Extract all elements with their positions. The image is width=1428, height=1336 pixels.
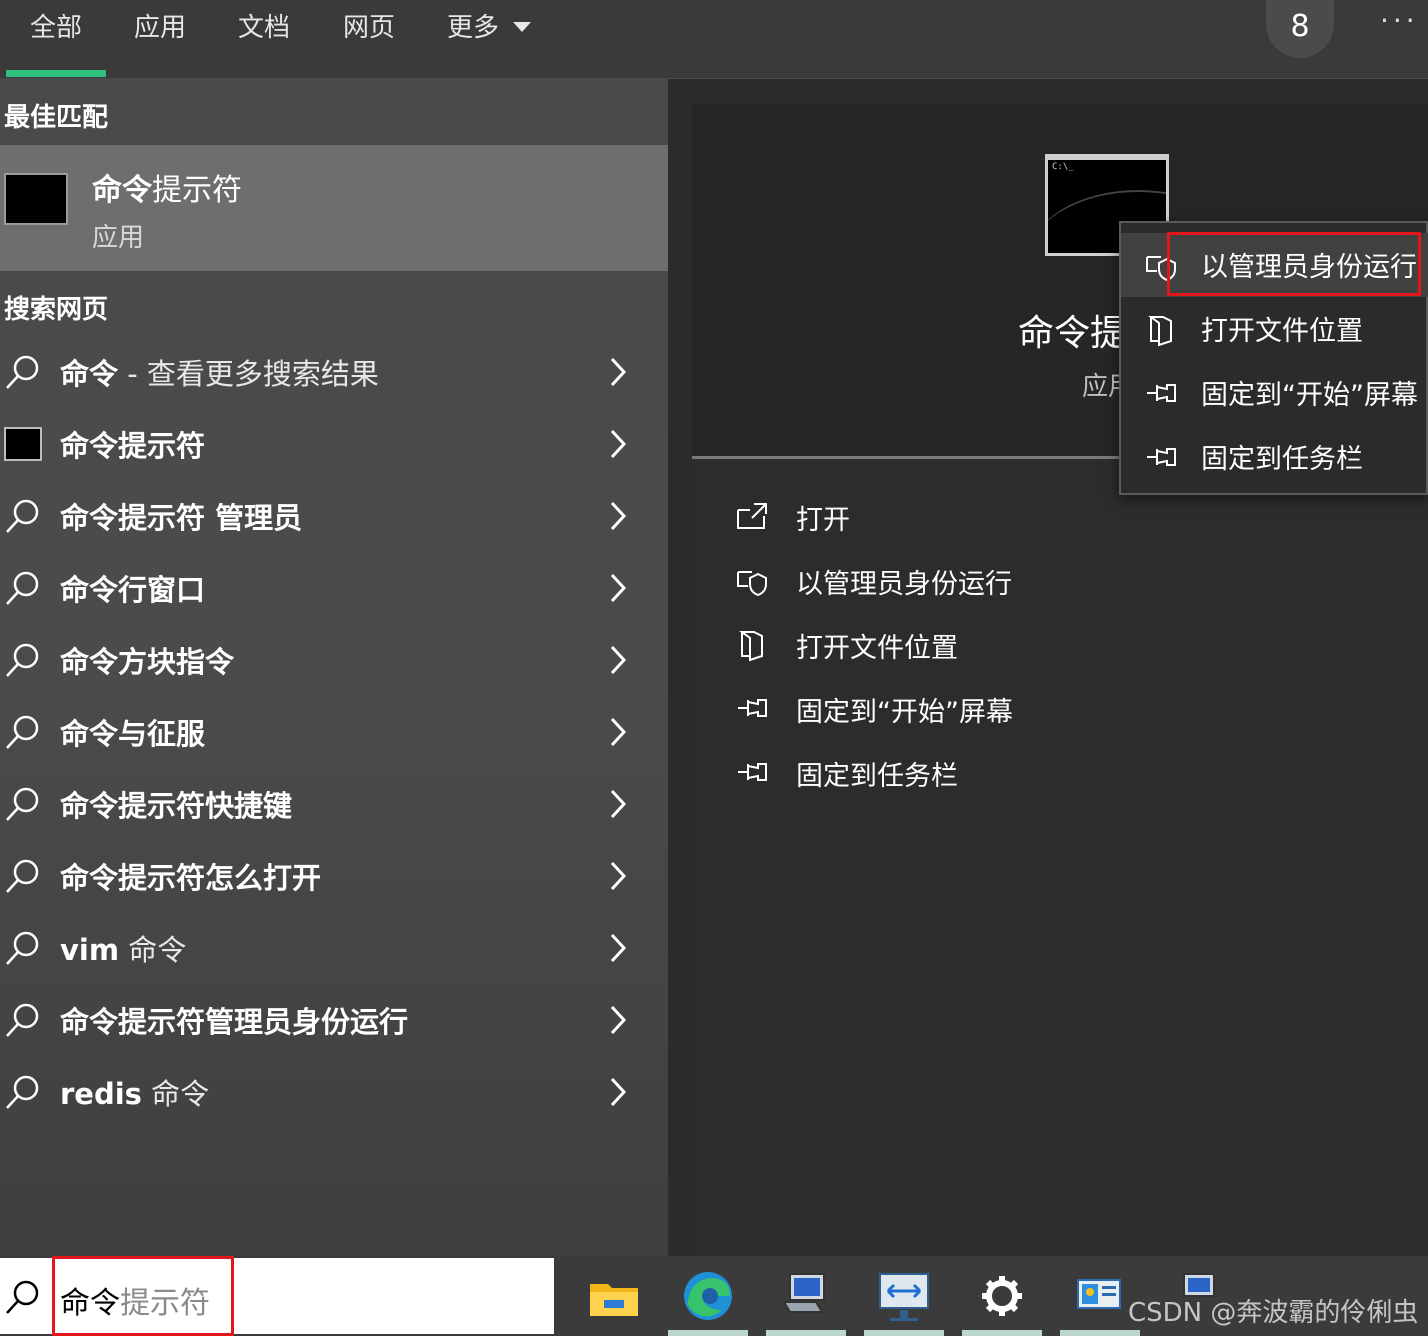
taskbar: 命令提示符 CSDN @奔波霸的伶俐虫 [0, 1256, 1428, 1336]
search-icon [6, 571, 39, 605]
search-icon [6, 355, 39, 389]
web-result-item[interactable]: 命令 - 查看更多搜索结果 [0, 341, 668, 405]
chevron-right-icon[interactable] [606, 1075, 630, 1109]
results-panel: 最佳匹配 命令提示符 应用 搜索网页 命令 - 查看更多搜索结果 命令提示符 命令提… [0, 79, 668, 1256]
tab-all[interactable]: 全部 [30, 8, 82, 48]
rewards-badge[interactable]: 8 [1266, 0, 1334, 58]
menu-item-pin-to-taskbar[interactable]: 固定到任务栏 [1121, 425, 1428, 489]
best-match-item[interactable]: 命令提示符 应用 [0, 145, 668, 271]
running-indicator [668, 1330, 748, 1336]
remote-desktop-icon[interactable] [874, 1266, 934, 1326]
web-result-label: 命令提示符管理员身份运行 [60, 1005, 409, 1039]
chevron-right-icon[interactable] [606, 571, 630, 605]
web-result-item[interactable]: redis 命令 [0, 1061, 668, 1125]
pin-icon [1147, 384, 1176, 402]
shield-icon [737, 571, 767, 596]
open-icon [737, 503, 767, 529]
best-match-name: 命令提示符 [92, 173, 242, 208]
tab-apps[interactable]: 应用 [134, 8, 186, 48]
chevron-right-icon[interactable] [606, 427, 630, 461]
web-result-item[interactable]: 命令提示符管理员身份运行 [0, 989, 668, 1053]
search-icon [6, 499, 39, 533]
web-result-label: redis 命令 [60, 1077, 210, 1111]
web-result-label: 命令提示符 [60, 429, 206, 463]
chevron-right-icon[interactable] [606, 931, 630, 965]
web-result-label: vim 命令 [60, 933, 187, 967]
cmd-icon [4, 173, 68, 225]
watermark: CSDN @奔波霸的伶俐虫 [1128, 1298, 1419, 1328]
running-indicator [962, 1330, 1042, 1336]
best-match-type: 应用 [92, 223, 145, 253]
cmd-icon [4, 427, 42, 461]
highlight-box-search [52, 1256, 234, 1336]
search-icon [6, 1280, 39, 1314]
search-filter-bar: 全部 应用 文档 网页 更多 8 ··· [0, 0, 1428, 79]
search-web-heading: 搜索网页 [4, 295, 109, 325]
web-result-item[interactable]: 命令行窗口 [0, 557, 668, 621]
network-computer-icon[interactable] [776, 1266, 836, 1326]
search-icon [6, 1075, 39, 1109]
web-result-item[interactable]: 命令与征服 [0, 701, 668, 765]
search-icon [6, 715, 39, 749]
folder-icon [739, 631, 763, 662]
chevron-right-icon[interactable] [606, 499, 630, 533]
web-result-label: 命令方块指令 [60, 645, 235, 679]
edge-icon[interactable] [678, 1266, 738, 1326]
web-result-item[interactable]: 命令方块指令 [0, 629, 668, 693]
folder-icon [1148, 316, 1172, 347]
chevron-right-icon[interactable] [606, 715, 630, 749]
search-icon [6, 643, 39, 677]
search-icon [6, 1003, 39, 1037]
preview-title: 命令提 [1018, 313, 1127, 354]
tab-documents[interactable]: 文档 [238, 8, 290, 48]
highlight-box-run-as-admin [1167, 232, 1421, 296]
file-explorer-icon[interactable] [584, 1266, 644, 1326]
running-indicator [766, 1330, 846, 1336]
tab-web[interactable]: 网页 [343, 8, 395, 48]
web-result-label: 命令 - 查看更多搜索结果 [60, 357, 379, 391]
web-result-label: 命令行窗口 [60, 573, 206, 607]
chevron-right-icon[interactable] [606, 859, 630, 893]
web-result-label: 命令与征服 [60, 717, 206, 751]
running-indicator [864, 1330, 944, 1336]
web-result-item[interactable]: 命令提示符 [0, 413, 668, 477]
web-result-label: 命令提示符 管理员 [60, 501, 303, 535]
search-icon [6, 787, 39, 821]
active-tab-indicator [6, 70, 106, 77]
pin-icon [738, 699, 767, 717]
menu-item-pin-to-start[interactable]: 固定到“开始”屏幕 [1121, 361, 1428, 425]
search-icon [6, 931, 39, 965]
web-result-item[interactable]: 命令提示符怎么打开 [0, 845, 668, 909]
pin-icon [1147, 448, 1176, 466]
menu-item-open-file-location[interactable]: 打开文件位置 [1121, 297, 1428, 361]
web-result-item[interactable]: vim 命令 [0, 917, 668, 981]
chevron-down-icon [513, 21, 532, 32]
chevron-right-icon[interactable] [606, 355, 630, 389]
tab-more-label: 更多 [447, 13, 500, 43]
settings-gear-icon[interactable] [972, 1266, 1032, 1326]
best-match-heading: 最佳匹配 [4, 103, 109, 133]
web-result-item[interactable]: 命令提示符 管理员 [0, 485, 668, 549]
running-indicator [1060, 1330, 1140, 1336]
chevron-right-icon[interactable] [606, 787, 630, 821]
control-panel-icon[interactable] [1070, 1266, 1130, 1326]
search-icon [6, 859, 39, 893]
chevron-right-icon[interactable] [606, 643, 630, 677]
chevron-right-icon[interactable] [606, 1003, 630, 1037]
pin-icon [738, 763, 767, 781]
web-result-label: 命令提示符快捷键 [60, 789, 293, 823]
more-options-icon[interactable]: ··· [1380, 4, 1419, 37]
tab-more[interactable]: 更多 [447, 8, 532, 48]
web-result-item[interactable]: 命令提示符快捷键 [0, 773, 668, 837]
web-result-label: 命令提示符怎么打开 [60, 861, 322, 895]
